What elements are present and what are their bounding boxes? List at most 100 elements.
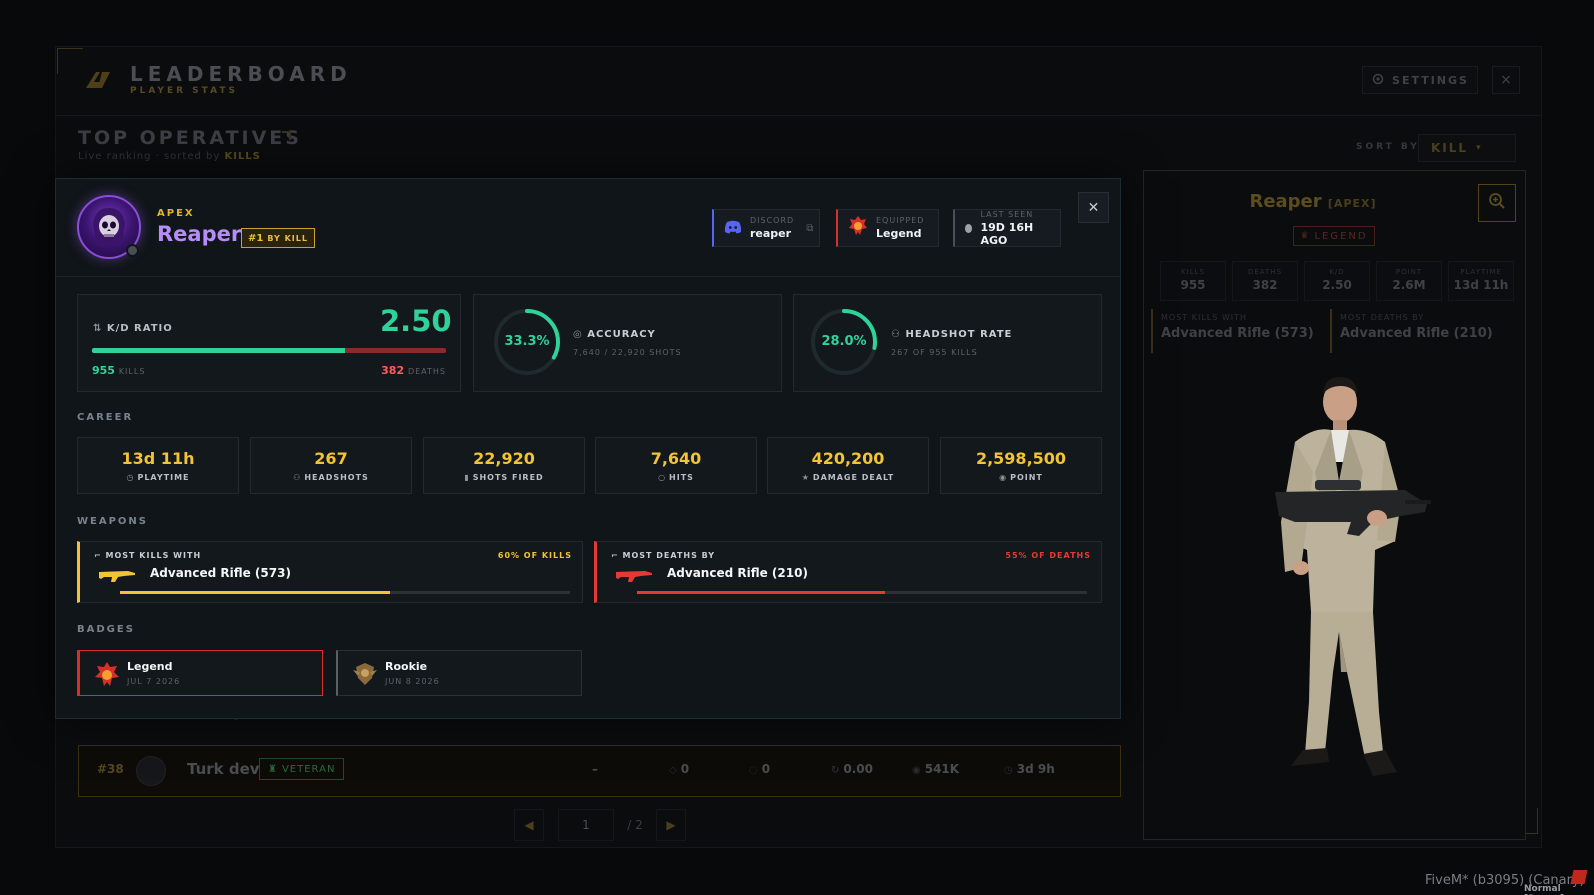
zoom-button[interactable] bbox=[1478, 184, 1516, 222]
section-title: TOP OPERATIVES bbox=[78, 127, 302, 149]
career-playtime: 13d 11h ◷ PLAYTIME bbox=[77, 437, 239, 494]
row-name: Turk dev bbox=[187, 760, 260, 778]
most-kills-label: ⌐ MOST KILLS WITH bbox=[94, 551, 201, 560]
gear-icon bbox=[1371, 72, 1385, 89]
rank-badge: #1 BY KILL bbox=[241, 228, 315, 248]
avatar bbox=[136, 756, 166, 786]
sort-key: KILLS bbox=[224, 151, 261, 162]
legend-badge-icon bbox=[95, 662, 119, 686]
career-label-text: ⚇ HEADSHOTS bbox=[251, 473, 411, 482]
copy-icon[interactable]: ⧉ bbox=[806, 223, 813, 234]
veteran-icon: ♜ bbox=[268, 763, 278, 775]
stat-label: POINT bbox=[1395, 268, 1423, 276]
settings-label: SETTINGS bbox=[1392, 73, 1469, 87]
deaths-value: 382 bbox=[381, 364, 405, 377]
stat-value: 2.50 bbox=[1322, 278, 1352, 292]
discord-chip[interactable]: DISCORD reaper ⧉ bbox=[712, 209, 820, 247]
career-label: CAREER bbox=[77, 412, 134, 423]
badge-legend[interactable]: Legend JUL 7 2026 bbox=[77, 650, 323, 696]
badge-name: Rookie bbox=[385, 660, 428, 673]
death-icon: ◌ bbox=[749, 765, 758, 776]
career-headshots: 267 ⚇ HEADSHOTS bbox=[250, 437, 412, 494]
close-button[interactable]: ✕ bbox=[1078, 192, 1109, 223]
coin-icon: ◉ bbox=[999, 473, 1008, 482]
table-row[interactable]: #38 Turk dev ♜ VETERAN – ◇ 0 ◌ 0 ↻ 0.00 ◉ 54… bbox=[78, 745, 1121, 797]
most-kills-bar-fill bbox=[120, 591, 390, 594]
badge-rookie[interactable]: Rookie JUN 8 2026 bbox=[336, 650, 582, 696]
tier-label: APEX bbox=[157, 208, 195, 219]
headshot-value: 28.0% bbox=[821, 334, 867, 349]
career-label-text: ◷ PLAYTIME bbox=[78, 473, 238, 482]
sort-by-label: SORT BY bbox=[1356, 142, 1420, 152]
corner-decoration bbox=[282, 131, 291, 140]
stat-value: Advanced Rifle (210) bbox=[1340, 326, 1493, 341]
sort-value: KILL bbox=[1431, 141, 1469, 155]
prev-page-button[interactable]: ◀ bbox=[514, 809, 544, 841]
kd-value: 2.50 bbox=[380, 304, 452, 338]
circle-icon: ○ bbox=[658, 473, 667, 482]
client-mode: Normal [Range] bbox=[1524, 884, 1564, 895]
target-icon: ◎ bbox=[573, 329, 583, 340]
fivem-logo-icon bbox=[1570, 870, 1588, 884]
sort-select[interactable]: KILL ▾ bbox=[1418, 134, 1516, 162]
career-value: 13d 11h bbox=[121, 449, 195, 468]
most-kills-label-text: MOST KILLS WITH bbox=[105, 551, 202, 560]
kd-deaths: 382 DEATHS bbox=[370, 364, 446, 377]
profile-stat-deaths: DEATHS 382 bbox=[1232, 261, 1298, 301]
tier-badge: ♜ VETERAN bbox=[259, 758, 345, 780]
app-logo-icon bbox=[84, 68, 112, 92]
reaper-avatar-icon bbox=[89, 206, 129, 248]
equipped-label: EQUIPPED bbox=[876, 216, 925, 225]
career-value: 420,200 bbox=[811, 449, 885, 468]
clock-icon: ◷ bbox=[126, 473, 135, 482]
zoom-in-icon bbox=[1488, 192, 1506, 214]
character-model bbox=[1255, 372, 1435, 792]
bullet-icon: ▮ bbox=[464, 473, 470, 482]
stat-label: MOST DEATHS BY bbox=[1340, 313, 1425, 322]
legend-badge-icon bbox=[848, 215, 868, 241]
next-page-button[interactable]: ▶ bbox=[656, 809, 686, 841]
page-input[interactable]: 1 bbox=[558, 809, 614, 841]
person-icon: ⚇ bbox=[891, 329, 901, 340]
clock-icon: ◷ bbox=[1004, 765, 1013, 776]
offline-dot-icon bbox=[965, 223, 973, 233]
person-icon: ⚇ bbox=[293, 473, 302, 482]
profile-player-name: Reaper bbox=[1249, 191, 1322, 212]
career-label-value: HITS bbox=[669, 473, 694, 482]
stat-value: 2.6M bbox=[1392, 278, 1426, 292]
accuracy-label: ACCURACY bbox=[587, 329, 656, 340]
career-value: 2,598,500 bbox=[975, 449, 1067, 468]
equipped-value: Legend bbox=[876, 227, 922, 240]
weapons-label: WEAPONS bbox=[77, 516, 149, 527]
profile-name: Reaper [APEX] bbox=[1143, 191, 1483, 212]
profile-stat-kills: KILLS 955 bbox=[1160, 261, 1226, 301]
row-playtime: ◷ 3d 9h bbox=[1004, 762, 1055, 776]
gun-icon: ⌐ bbox=[94, 551, 102, 560]
rifle-icon bbox=[99, 571, 135, 582]
profile-stat-playtime: PLAYTIME 13d 11h bbox=[1448, 261, 1514, 301]
stat-label: PLAYTIME bbox=[1460, 268, 1502, 276]
career-label-value: PLAYTIME bbox=[137, 473, 190, 482]
kd-label: ⇅ K/D RATIO bbox=[93, 323, 173, 334]
profile-stat-kd: K/D 2.50 bbox=[1304, 261, 1370, 301]
window-close-button[interactable]: × bbox=[1492, 66, 1520, 94]
career-label-value: DAMAGE DEALT bbox=[812, 473, 895, 482]
row-playtime-value: 3d 9h bbox=[1016, 762, 1055, 776]
badges-label: BADGES bbox=[77, 624, 135, 635]
settings-button[interactable]: SETTINGS bbox=[1362, 66, 1478, 94]
row-kills-value: 0 bbox=[680, 762, 690, 776]
row-rank: #38 bbox=[97, 762, 124, 776]
career-point: 2,598,500 ◉ POINT bbox=[940, 437, 1102, 494]
profile-stat-point: POINT 2.6M bbox=[1376, 261, 1442, 301]
row-deaths-value: 0 bbox=[761, 762, 771, 776]
stat-value: 382 bbox=[1252, 278, 1278, 292]
kd-label-text: K/D RATIO bbox=[106, 323, 173, 334]
accuracy-title: ◎ ACCURACY bbox=[573, 329, 656, 340]
discord-label: DISCORD bbox=[750, 216, 795, 225]
career-label-value: POINT bbox=[1010, 473, 1043, 482]
badge-date: JUN 8 2026 bbox=[385, 677, 440, 686]
career-shots-fired: 22,920 ▮ SHOTS FIRED bbox=[423, 437, 585, 494]
point-icon: ◉ bbox=[912, 765, 921, 776]
career-value: 22,920 bbox=[473, 449, 535, 468]
career-hits: 7,640 ○ HITS bbox=[595, 437, 757, 494]
